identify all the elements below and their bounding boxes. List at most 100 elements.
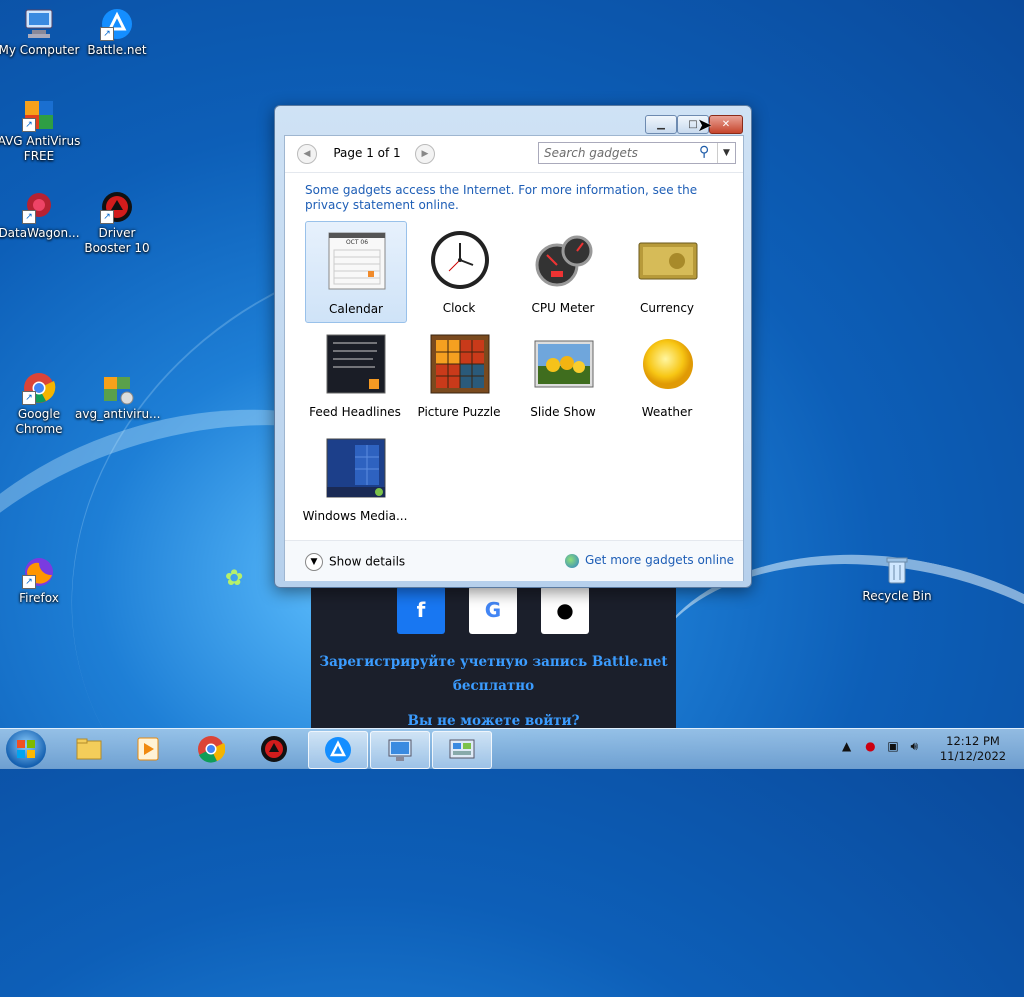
system-tray: ▲ ● ▣ 🔊︎ [842,739,918,754]
gadget-label: CPU Meter [531,301,595,315]
monitor-icon [388,739,412,761]
gadget-cpu-meter[interactable]: CPU Meter [513,221,613,321]
clock-date: 11/12/2022 [939,749,1007,763]
chevron-down-icon: ▼ [305,553,323,571]
search-icon[interactable]: ⚲ [699,144,709,160]
taskbar-gadgets[interactable] [432,731,492,769]
mouse-cursor-icon: ➤ [697,115,713,136]
taskbar: ▲ ● ▣ 🔊︎ 12:12 PM 11/12/2022 [0,728,1024,769]
taskbar-display[interactable] [370,731,430,769]
gadget-label: Currency [639,301,695,315]
show-details-button[interactable]: ▼ Show details [305,553,405,571]
apple-login-button[interactable]: ● [541,586,589,634]
gadget-slide-show[interactable]: Slide Show [513,325,613,425]
gadget-picture-puzzle[interactable]: Picture Puzzle [409,325,509,425]
facebook-login-button[interactable]: f [397,586,445,634]
clock[interactable]: 12:12 PM 11/12/2022 [938,734,1008,764]
desktop-icon-avg-antivirus[interactable]: ↗ AVG AntiVirus FREE [0,98,81,164]
page-indicator: Page 1 of 1 [333,146,401,160]
driver-booster-icon: ↗ [100,190,134,224]
gadget-label: Clock [442,301,476,315]
close-button[interactable]: ✕ [709,115,743,134]
desktop-icon-datawagon[interactable]: ↗ DataWagon... [0,190,81,241]
driver-booster-icon [261,736,287,762]
next-page-button[interactable]: ▶ [415,144,435,164]
datawagon-icon: ↗ [22,190,56,224]
desktop-icon-driver-booster[interactable]: ↗ Driver Booster 10 [75,190,159,256]
gadget-feed-headlines[interactable]: Feed Headlines [305,325,405,425]
gadget-calendar[interactable]: OCT 06 Calendar [305,221,407,323]
installer-icon [100,371,134,405]
windows-logo-icon [17,740,35,758]
desktop-icon-google-chrome[interactable]: ↗ Google Chrome [0,371,81,437]
recycle-bin-icon [880,553,914,587]
computer-icon [22,7,56,41]
clock-time: 12:12 PM [946,734,1000,748]
windows-media-center-icon [325,437,387,499]
desktop-icon-avg-installer[interactable]: avg_antiviru... [75,371,161,422]
taskbar-battlenet[interactable] [308,731,368,769]
firefox-icon: ↗ [22,555,56,589]
gadget-clock[interactable]: Clock [409,221,509,321]
folder-icon [76,738,102,760]
calendar-icon: OCT 06 [326,230,388,292]
signup-link-line2[interactable]: бесплатно [311,674,676,698]
chrome-icon [198,736,225,763]
gadget-gallery-window: ▁ □ ✕ ➤ ◀ Page 1 of 1 ▶ Search gadgets ⚲… [274,105,752,588]
battlenet-icon: ↗ [100,7,134,41]
gadget-label: Feed Headlines [309,405,401,419]
desktop-icon-my-computer[interactable]: My Computer [0,7,81,58]
gadget-windows-media-center[interactable]: Windows Media... [303,429,407,529]
slide-show-icon [533,333,595,395]
taskbar-driver-booster[interactable] [245,731,303,767]
desktop-icon-recycle-bin[interactable]: Recycle Bin [855,553,939,604]
divider [285,172,743,173]
search-gadgets-input[interactable]: Search gadgets ⚲ ▼ [538,142,736,164]
cpu-meter-icon [533,229,595,291]
gadgets-icon [449,739,475,759]
pager: ◀ Page 1 of 1 ▶ [297,142,435,164]
taskbar-explorer[interactable] [60,731,118,767]
avg-icon: ↗ [22,98,56,132]
search-placeholder: Search gadgets [544,146,638,160]
clock-icon [429,229,491,291]
feed-headlines-icon [325,333,387,395]
picture-puzzle-icon [429,333,491,395]
get-more-gadgets-label: Get more gadgets online [585,553,735,567]
gadget-gallery-content: ◀ Page 1 of 1 ▶ Search gadgets ⚲ ▼ Some … [284,135,744,581]
gadget-weather[interactable]: Weather [617,325,717,425]
desktop-icon-firefox[interactable]: ↗ Firefox [0,555,81,606]
wallpaper-leaf: ✿ [225,566,244,591]
driver-booster-tray-icon[interactable]: ● [865,739,875,753]
get-more-gadgets-link[interactable]: Get more gadgets online [565,553,734,568]
taskbar-media-player[interactable] [119,731,177,767]
globe-icon [565,553,579,568]
chrome-icon: ↗ [22,371,56,405]
sun-icon [637,333,699,395]
gadget-label: Windows Media... [302,509,408,523]
show-details-label: Show details [329,554,406,569]
show-hidden-icons[interactable]: ▲ [842,739,851,753]
privacy-notice-link[interactable]: Some gadgets access the Internet. For mo… [305,183,705,213]
gadget-label: Slide Show [530,405,596,419]
minimize-button[interactable]: ▁ [645,115,677,134]
gadget-label: Picture Puzzle [417,405,501,419]
desktop-icon-battlenet[interactable]: ↗ Battle.net [75,7,159,58]
taskbar-chrome[interactable] [182,731,240,767]
volume-icon[interactable]: 🔊︎ [911,739,919,753]
currency-icon [637,229,699,291]
start-button[interactable] [6,730,46,768]
cant-login-link[interactable]: Вы не можете войти? [311,714,676,728]
media-player-icon [137,737,159,761]
battlenet-icon [325,737,351,763]
previous-page-button[interactable]: ◀ [297,144,317,164]
signup-link-line1[interactable]: Зарегистрируйте учетную запись Battle.ne… [311,650,676,674]
gadget-gallery-footer: ▼ Show details Get more gadgets online [285,540,743,581]
calendar-month-label: OCT 06 [345,239,369,246]
battlenet-login-page: f G ● Зарегистрируйте учетную запись Bat… [311,586,676,728]
search-dropdown-icon[interactable]: ▼ [717,143,735,163]
gadget-label: Calendar [329,302,383,316]
network-icon[interactable]: ▣ [887,739,898,753]
google-login-button[interactable]: G [469,586,517,634]
gadget-currency[interactable]: Currency [617,221,717,321]
